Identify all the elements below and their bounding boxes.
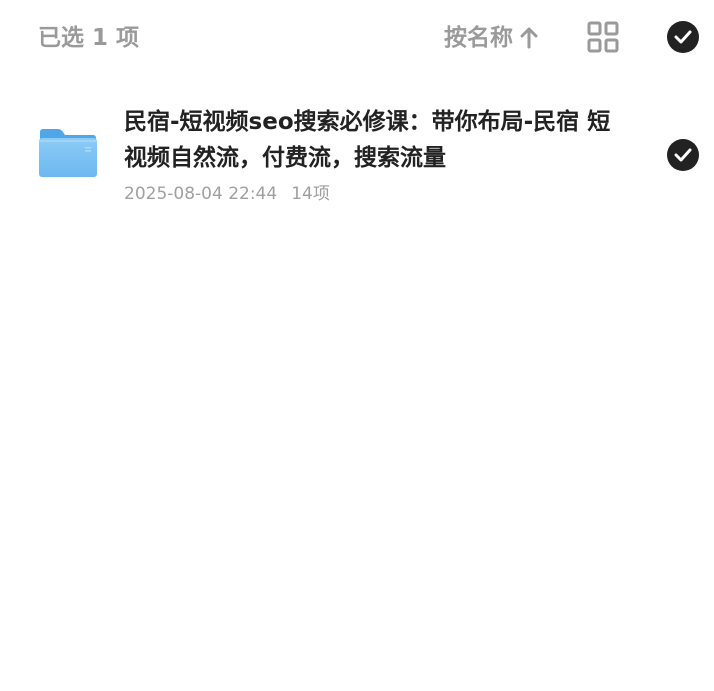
file-name: 民宿-短视频seo搜索必修课：带你布局-民宿 短视频自然流，付费流，搜索流量: [124, 109, 611, 171]
sort-by-name-button[interactable]: 按名称: [444, 22, 539, 54]
sort-label: 按名称: [444, 25, 513, 51]
check-icon: [674, 30, 692, 44]
grid-view-icon[interactable]: [587, 21, 619, 53]
file-row[interactable]: 民宿-短视频seo搜索必修课：带你布局-民宿 短视频自然流，付费流，搜索流量 2…: [0, 96, 714, 220]
selected-count-label: 已选 1 项: [38, 25, 140, 51]
file-item-count: 14项: [291, 184, 330, 204]
folder-icon: [38, 128, 98, 178]
file-select-checkbox[interactable]: [667, 139, 699, 171]
file-selection-page: 已选 1 项 按名称 民宿-短视频seo搜索必修课：带你布局-民宿 短视频自然流…: [0, 0, 714, 691]
file-date: 2025-08-04 22:44: [124, 184, 278, 204]
file-meta: 2025-08-04 22:44 14项: [124, 182, 330, 206]
arrow-up-icon: [519, 27, 539, 49]
selection-toolbar: 已选 1 项 按名称: [0, 0, 714, 76]
select-all-button[interactable]: [667, 21, 699, 53]
check-icon: [674, 148, 692, 162]
